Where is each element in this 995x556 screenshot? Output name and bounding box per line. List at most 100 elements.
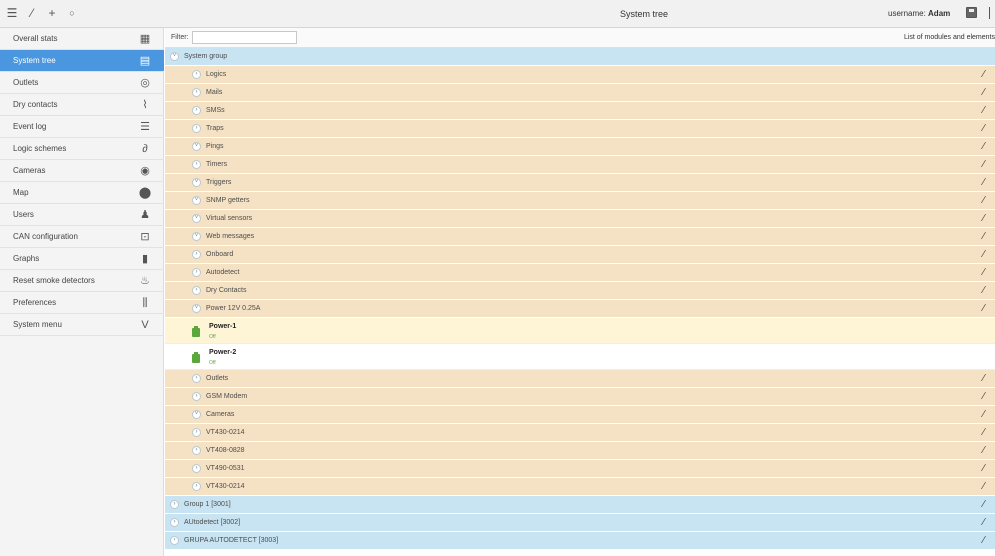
sidebar-item-system-tree[interactable]: System tree ▤ [0,50,164,72]
expanded-toggle-icon[interactable]: ˅ [192,214,201,223]
collapsed-toggle-icon[interactable]: › [192,446,201,455]
collapsed-toggle-icon[interactable]: › [192,374,201,383]
edit-pencil-icon[interactable]: ⁄ [983,123,993,135]
collapsed-toggle-icon[interactable]: › [192,88,201,97]
edit-pencil-icon[interactable]: ⁄ [983,517,993,529]
sidebar-item-label: Dry contacts [13,100,58,109]
edit-pencil-icon[interactable]: ⁄ [983,213,993,225]
save-icon[interactable] [966,7,977,18]
tree-group-row[interactable]: ˅ SNMP getters ⁄ [165,192,995,210]
tree-group-row[interactable]: › Logics ⁄ [165,66,995,84]
tree-group-row[interactable]: ˅ Power 12V 0.25A ⁄ [165,300,995,318]
edit-pencil-icon[interactable]: ⁄ [983,285,993,297]
tree-group-row[interactable]: › VT430-0214 ⁄ [165,424,995,442]
tree-group-row[interactable]: › GSM Modem ⁄ [165,388,995,406]
collapsed-toggle-icon[interactable]: › [192,464,201,473]
edit-pencil-icon[interactable]: ⁄ [983,409,993,421]
edit-pencil-icon[interactable]: ⁄ [983,105,993,117]
edit-pencil-icon[interactable]: ⁄ [983,249,993,261]
edit-pencil-icon[interactable]: ⁄ [983,231,993,243]
tree-group-row[interactable]: › VT408-0828 ⁄ [165,442,995,460]
sidebar-item-outlets[interactable]: Outlets ◎ [0,72,164,94]
edit-pencil-icon[interactable]: ⁄ [983,391,993,403]
tree-group-row[interactable]: › VT490-0531 ⁄ [165,460,995,478]
wand-icon[interactable]: ⁄ [26,6,38,20]
collapsed-toggle-icon[interactable]: › [192,268,201,277]
sidebar-item-map[interactable]: Map ⬤ [0,182,164,204]
edit-pencil-icon[interactable]: ⁄ [983,159,993,171]
menu-icon[interactable]: ☰ [6,6,18,20]
sidebar-item-overall-stats[interactable]: Overall stats ▦ [0,28,164,50]
sidebar-item-label: Event log [13,122,47,131]
tree-group-row[interactable]: › Outlets ⁄ [165,370,995,388]
sidebar-item-reset-smoke-detectors[interactable]: Reset smoke detectors ♨ [0,270,164,292]
collapsed-toggle-icon[interactable]: › [192,286,201,295]
tree-element-row[interactable]: Power-1 Off [165,318,995,344]
filter-input[interactable] [192,31,297,44]
sidebar-item-dry-contacts[interactable]: Dry contacts ⌇ [0,94,164,116]
collapsed-toggle-icon[interactable]: › [192,392,201,401]
expanded-toggle-icon[interactable]: ˅ [192,304,201,313]
sidebar-item-cameras[interactable]: Cameras ◉ [0,160,164,182]
plus-icon[interactable]: + [46,6,58,20]
sidebar-item-graphs[interactable]: Graphs ▮ [0,248,164,270]
edit-pencil-icon[interactable]: ⁄ [983,463,993,475]
collapsed-toggle-icon[interactable]: › [192,482,201,491]
tree-group-row[interactable]: › VT430-0214 ⁄ [165,478,995,496]
panel-toggle-icon[interactable] [989,7,993,19]
tree-group-row[interactable]: ˅ Triggers ⁄ [165,174,995,192]
collapsed-toggle-icon[interactable]: › [192,250,201,259]
collapsed-toggle-icon[interactable]: › [170,518,179,527]
tree-group-row[interactable]: › Autodetect ⁄ [165,264,995,282]
tree-group-row[interactable]: ˅ Virtual sensors ⁄ [165,210,995,228]
sidebar-item-users[interactable]: Users ♟ [0,204,164,226]
edit-pencil-icon[interactable]: ⁄ [983,535,993,547]
edit-pencil-icon[interactable]: ⁄ [983,267,993,279]
collapsed-toggle-icon[interactable]: › [192,70,201,79]
sidebar-item-logic-schemes[interactable]: Logic schemes ∂ [0,138,164,160]
collapsed-toggle-icon[interactable]: › [192,124,201,133]
tree-group-row[interactable]: › AUtodetect [3002] ⁄ [165,514,995,532]
collapsed-toggle-icon[interactable]: › [170,536,179,545]
collapsed-toggle-icon[interactable]: › [170,500,179,509]
edit-pencil-icon[interactable]: ⁄ [983,303,993,315]
expanded-toggle-icon[interactable]: ˅ [170,52,179,61]
edit-pencil-icon[interactable]: ⁄ [983,141,993,153]
collapsed-toggle-icon[interactable]: › [192,106,201,115]
collapsed-toggle-icon[interactable]: › [192,428,201,437]
tree-group-row[interactable]: ˅ Web messages ⁄ [165,228,995,246]
sidebar-item-event-log[interactable]: Event log ☰ [0,116,164,138]
tree-group-row[interactable]: ˅ Pings ⁄ [165,138,995,156]
tree-group-row[interactable]: › SMSs ⁄ [165,102,995,120]
expanded-toggle-icon[interactable]: ˅ [192,410,201,419]
tree-group-row[interactable]: › GRUPA AUTODETECT [3003] ⁄ [165,532,995,550]
collapsed-toggle-icon[interactable]: › [192,160,201,169]
edit-pencil-icon[interactable]: ⁄ [983,427,993,439]
expanded-toggle-icon[interactable]: ˅ [192,196,201,205]
edit-pencil-icon[interactable]: ⁄ [983,499,993,511]
expanded-toggle-icon[interactable]: ˅ [192,232,201,241]
tree-group-row[interactable]: › Timers ⁄ [165,156,995,174]
tree-group-row[interactable]: › Mails ⁄ [165,84,995,102]
tree-group-row[interactable]: › Traps ⁄ [165,120,995,138]
expanded-toggle-icon[interactable]: ˅ [192,142,201,151]
tree-element-row[interactable]: Power-2 Off [165,344,995,370]
expanded-toggle-icon[interactable]: ˅ [192,178,201,187]
edit-pencil-icon[interactable]: ⁄ [983,177,993,189]
sidebar-item-can-configuration[interactable]: CAN configuration ⊡ [0,226,164,248]
tree-group-row[interactable]: ˅ Cameras ⁄ [165,406,995,424]
edit-pencil-icon[interactable]: ⁄ [983,69,993,81]
edit-pencil-icon[interactable]: ⁄ [983,373,993,385]
refresh-icon[interactable]: ○ [66,6,78,20]
tree-group-row[interactable]: › Group 1 [3001] ⁄ [165,496,995,514]
tree-group-row[interactable]: › Dry Contacts ⁄ [165,282,995,300]
edit-pencil-icon[interactable]: ⁄ [983,195,993,207]
tree-group-row[interactable]: ˅ System group [165,48,995,66]
sidebar-item-system-menu[interactable]: System menu V [0,314,164,336]
sidebar-item-preferences[interactable]: Preferences ⫼ [0,292,164,314]
tree-group-row[interactable]: › Onboard ⁄ [165,246,995,264]
tree-group-label: Virtual sensors [206,215,253,222]
edit-pencil-icon[interactable]: ⁄ [983,481,993,493]
edit-pencil-icon[interactable]: ⁄ [983,87,993,99]
edit-pencil-icon[interactable]: ⁄ [983,445,993,457]
